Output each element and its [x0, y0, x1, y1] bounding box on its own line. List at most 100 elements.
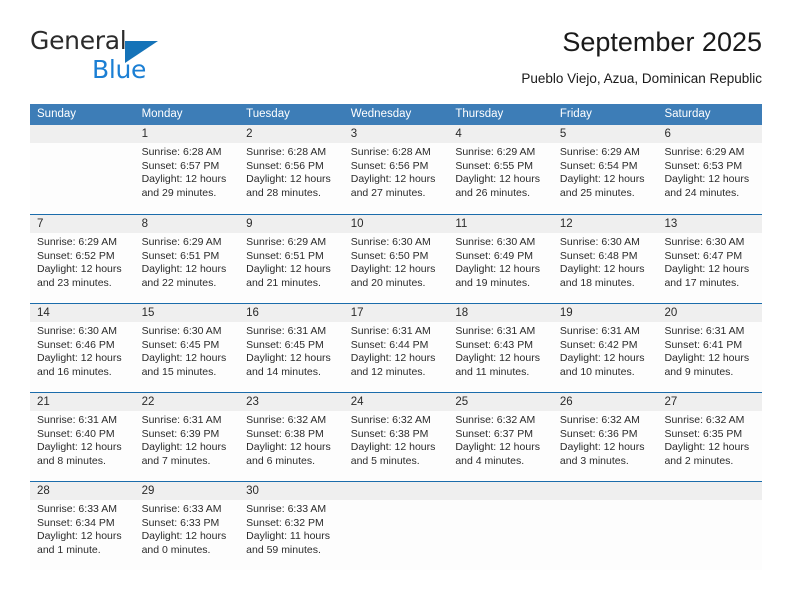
day-sun-info: Sunrise: 6:29 AM Sunset: 6:53 PM Daylight:… — [657, 143, 762, 200]
daylight-text-line1: Daylight: 12 hours — [559, 263, 645, 276]
day-number: 17 — [343, 304, 449, 322]
sunset-text: Sunset: 6:38 PM — [350, 427, 429, 440]
calendar-day-cell[interactable]: 14 Sunrise: 6:30 AM Sunset: 6:46 PM Dayligh… — [30, 304, 135, 392]
calendar-day-cell[interactable]: 3 Sunrise: 6:28 AM Sunset: 6:56 PM Daylight… — [343, 125, 449, 214]
daylight-text-line2: and 14 minutes. — [246, 365, 321, 378]
sunrise-text: Sunrise: 6:31 AM — [559, 325, 640, 337]
daylight-text-line2: and 15 minutes. — [141, 365, 217, 378]
sunrise-text: Sunrise: 6:29 AM — [141, 236, 222, 248]
calendar-day-cell[interactable]: 21 Sunrise: 6:31 AM Sunset: 6:40 PM Dayligh… — [30, 393, 135, 481]
calendar-day-cell[interactable]: 28 Sunrise: 6:33 AM Sunset: 6:34 PM Dayligh… — [30, 482, 135, 570]
sunset-text: Sunset: 6:50 PM — [350, 249, 429, 262]
day-number — [343, 482, 449, 500]
sunrise-text: Sunrise: 6:32 AM — [246, 414, 327, 426]
sunset-text: Sunset: 6:39 PM — [141, 427, 220, 440]
sunrise-text: Sunrise: 6:31 AM — [37, 414, 117, 426]
general-blue-logo[interactable]: General Blue — [30, 26, 250, 84]
calendar-day-cell[interactable]: 15 Sunrise: 6:30 AM Sunset: 6:45 PM Dayligh… — [134, 304, 240, 392]
calendar-day-cell[interactable]: 29 Sunrise: 6:33 AM Sunset: 6:33 PM Dayligh… — [134, 482, 240, 570]
sunset-text: Sunset: 6:56 PM — [350, 159, 429, 172]
calendar-day-cell[interactable]: 27 Sunrise: 6:32 AM Sunset: 6:35 PM Dayligh… — [657, 393, 763, 481]
calendar-day-cell[interactable]: 17 Sunrise: 6:31 AM Sunset: 6:44 PM Dayligh… — [343, 304, 449, 392]
day-sun-info: Sunrise: 6:30 AM Sunset: 6:47 PM Daylight:… — [657, 233, 762, 290]
daylight-text-line1: Daylight: 12 hours — [664, 352, 750, 365]
daylight-text-line1: Daylight: 12 hours — [455, 441, 540, 454]
sunset-text: Sunset: 6:54 PM — [559, 159, 638, 172]
sunrise-text: Sunrise: 6:33 AM — [37, 503, 117, 515]
daylight-text-line2: and 28 minutes. — [246, 186, 321, 199]
daylight-text-line1: Daylight: 12 hours — [455, 173, 540, 186]
day-sun-info: Sunrise: 6:31 AM Sunset: 6:41 PM Daylight:… — [657, 322, 762, 379]
weekday-header-monday: Monday — [141, 108, 183, 120]
day-number: 2 — [239, 125, 344, 143]
day-number: 22 — [134, 393, 240, 411]
calendar-day-cell[interactable]: 22 Sunrise: 6:31 AM Sunset: 6:39 PM Dayligh… — [134, 393, 240, 481]
sunrise-text: Sunrise: 6:29 AM — [559, 146, 640, 158]
calendar-day-cell[interactable]: 26 Sunrise: 6:32 AM Sunset: 6:36 PM Dayligh… — [552, 393, 658, 481]
sunset-text: Sunset: 6:48 PM — [559, 249, 638, 262]
day-number: 21 — [30, 393, 135, 411]
sunset-text: Sunset: 6:52 PM — [37, 249, 115, 262]
daylight-text-line2: and 20 minutes. — [350, 276, 426, 289]
daylight-text-line1: Daylight: 11 hours — [246, 530, 331, 543]
daylight-text-line1: Daylight: 12 hours — [664, 263, 750, 276]
day-number — [448, 482, 553, 500]
calendar-day-cell[interactable]: 12 Sunrise: 6:30 AM Sunset: 6:48 PM Dayligh… — [552, 215, 658, 303]
day-number: 27 — [657, 393, 763, 411]
calendar-day-cell-empty — [343, 482, 449, 570]
day-sun-info: Sunrise: 6:28 AM Sunset: 6:56 PM Daylight:… — [344, 143, 449, 200]
daylight-text-line1: Daylight: 12 hours — [664, 173, 750, 186]
page-header: General Blue September 2025 Pueblo Viejo… — [30, 26, 762, 94]
calendar-day-cell[interactable]: 23 Sunrise: 6:32 AM Sunset: 6:38 PM Dayligh… — [239, 393, 344, 481]
sunrise-text: Sunrise: 6:32 AM — [559, 414, 640, 426]
daylight-text-line1: Daylight: 12 hours — [455, 263, 540, 276]
calendar-day-cell[interactable]: 4 Sunrise: 6:29 AM Sunset: 6:55 PM Daylight… — [448, 125, 553, 214]
sunrise-text: Sunrise: 6:32 AM — [455, 414, 536, 426]
calendar-day-cell[interactable]: 5 Sunrise: 6:29 AM Sunset: 6:54 PM Daylight… — [552, 125, 658, 214]
calendar-day-cell[interactable]: 19 Sunrise: 6:31 AM Sunset: 6:42 PM Dayligh… — [552, 304, 658, 392]
calendar-day-cell[interactable]: 25 Sunrise: 6:32 AM Sunset: 6:37 PM Dayligh… — [448, 393, 553, 481]
daylight-text-line2: and 21 minutes. — [246, 276, 321, 289]
day-number: 1 — [134, 125, 240, 143]
calendar-day-cell[interactable]: 11 Sunrise: 6:30 AM Sunset: 6:49 PM Dayligh… — [448, 215, 553, 303]
calendar-day-cell[interactable]: 7 Sunrise: 6:29 AM Sunset: 6:52 PM Daylight… — [30, 215, 135, 303]
calendar-day-cell[interactable]: 8 Sunrise: 6:29 AM Sunset: 6:51 PM Daylight… — [134, 215, 240, 303]
calendar-day-cell[interactable]: 13 Sunrise: 6:30 AM Sunset: 6:47 PM Dayligh… — [657, 215, 763, 303]
calendar-day-cell[interactable]: 16 Sunrise: 6:31 AM Sunset: 6:45 PM Dayligh… — [239, 304, 344, 392]
calendar-day-cell[interactable]: 2 Sunrise: 6:28 AM Sunset: 6:56 PM Daylight… — [239, 125, 344, 214]
calendar-day-cell[interactable]: 18 Sunrise: 6:31 AM Sunset: 6:43 PM Dayligh… — [448, 304, 553, 392]
daylight-text-line1: Daylight: 12 hours — [559, 352, 645, 365]
daylight-text-line1: Daylight: 12 hours — [350, 441, 436, 454]
sunset-text: Sunset: 6:34 PM — [37, 516, 115, 529]
day-number: 18 — [448, 304, 553, 322]
daylight-text-line2: and 10 minutes. — [559, 365, 635, 378]
sunrise-text: Sunrise: 6:30 AM — [141, 325, 222, 337]
calendar-day-cell[interactable]: 30 Sunrise: 6:33 AM Sunset: 6:32 PM Dayligh… — [239, 482, 344, 570]
day-sun-info: Sunrise: 6:28 AM Sunset: 6:56 PM Daylight:… — [239, 143, 344, 200]
daylight-text-line2: and 2 minutes. — [664, 454, 734, 467]
sunrise-text: Sunrise: 6:30 AM — [37, 325, 117, 337]
daylight-text-line2: and 59 minutes. — [246, 543, 321, 556]
day-number: 19 — [552, 304, 658, 322]
daylight-text-line1: Daylight: 12 hours — [246, 263, 331, 276]
daylight-text-line2: and 19 minutes. — [455, 276, 531, 289]
calendar-day-cell[interactable]: 9 Sunrise: 6:29 AM Sunset: 6:51 PM Daylight… — [239, 215, 344, 303]
day-sun-info: Sunrise: 6:33 AM Sunset: 6:33 PM Daylight:… — [135, 500, 240, 557]
calendar-day-cell[interactable]: 20 Sunrise: 6:31 AM Sunset: 6:41 PM Dayligh… — [657, 304, 763, 392]
calendar-day-cell[interactable]: 10 Sunrise: 6:30 AM Sunset: 6:50 PM Dayligh… — [343, 215, 449, 303]
sunset-text: Sunset: 6:41 PM — [664, 338, 743, 351]
daylight-text-line2: and 6 minutes. — [246, 454, 316, 467]
calendar-day-cell[interactable]: 6 Sunrise: 6:29 AM Sunset: 6:53 PM Daylight… — [657, 125, 763, 214]
day-sun-info: Sunrise: 6:30 AM Sunset: 6:45 PM Daylight:… — [135, 322, 240, 379]
day-sun-info: Sunrise: 6:29 AM Sunset: 6:51 PM Daylight:… — [135, 233, 240, 290]
daylight-text-line2: and 23 minutes. — [37, 276, 112, 289]
title-block: September 2025 Pueblo Viejo, Azua, Domin… — [521, 26, 762, 89]
calendar-day-cell[interactable]: 24 Sunrise: 6:32 AM Sunset: 6:38 PM Dayligh… — [343, 393, 449, 481]
daylight-text-line1: Daylight: 12 hours — [37, 441, 122, 454]
daylight-text-line2: and 3 minutes. — [559, 454, 629, 467]
daylight-text-line1: Daylight: 12 hours — [350, 263, 436, 276]
sunset-text: Sunset: 6:51 PM — [141, 249, 220, 262]
daylight-text-line1: Daylight: 12 hours — [246, 441, 331, 454]
calendar-day-cell-empty — [448, 482, 553, 570]
calendar-day-cell[interactable]: 1 Sunrise: 6:28 AM Sunset: 6:57 PM Daylight… — [134, 125, 240, 214]
